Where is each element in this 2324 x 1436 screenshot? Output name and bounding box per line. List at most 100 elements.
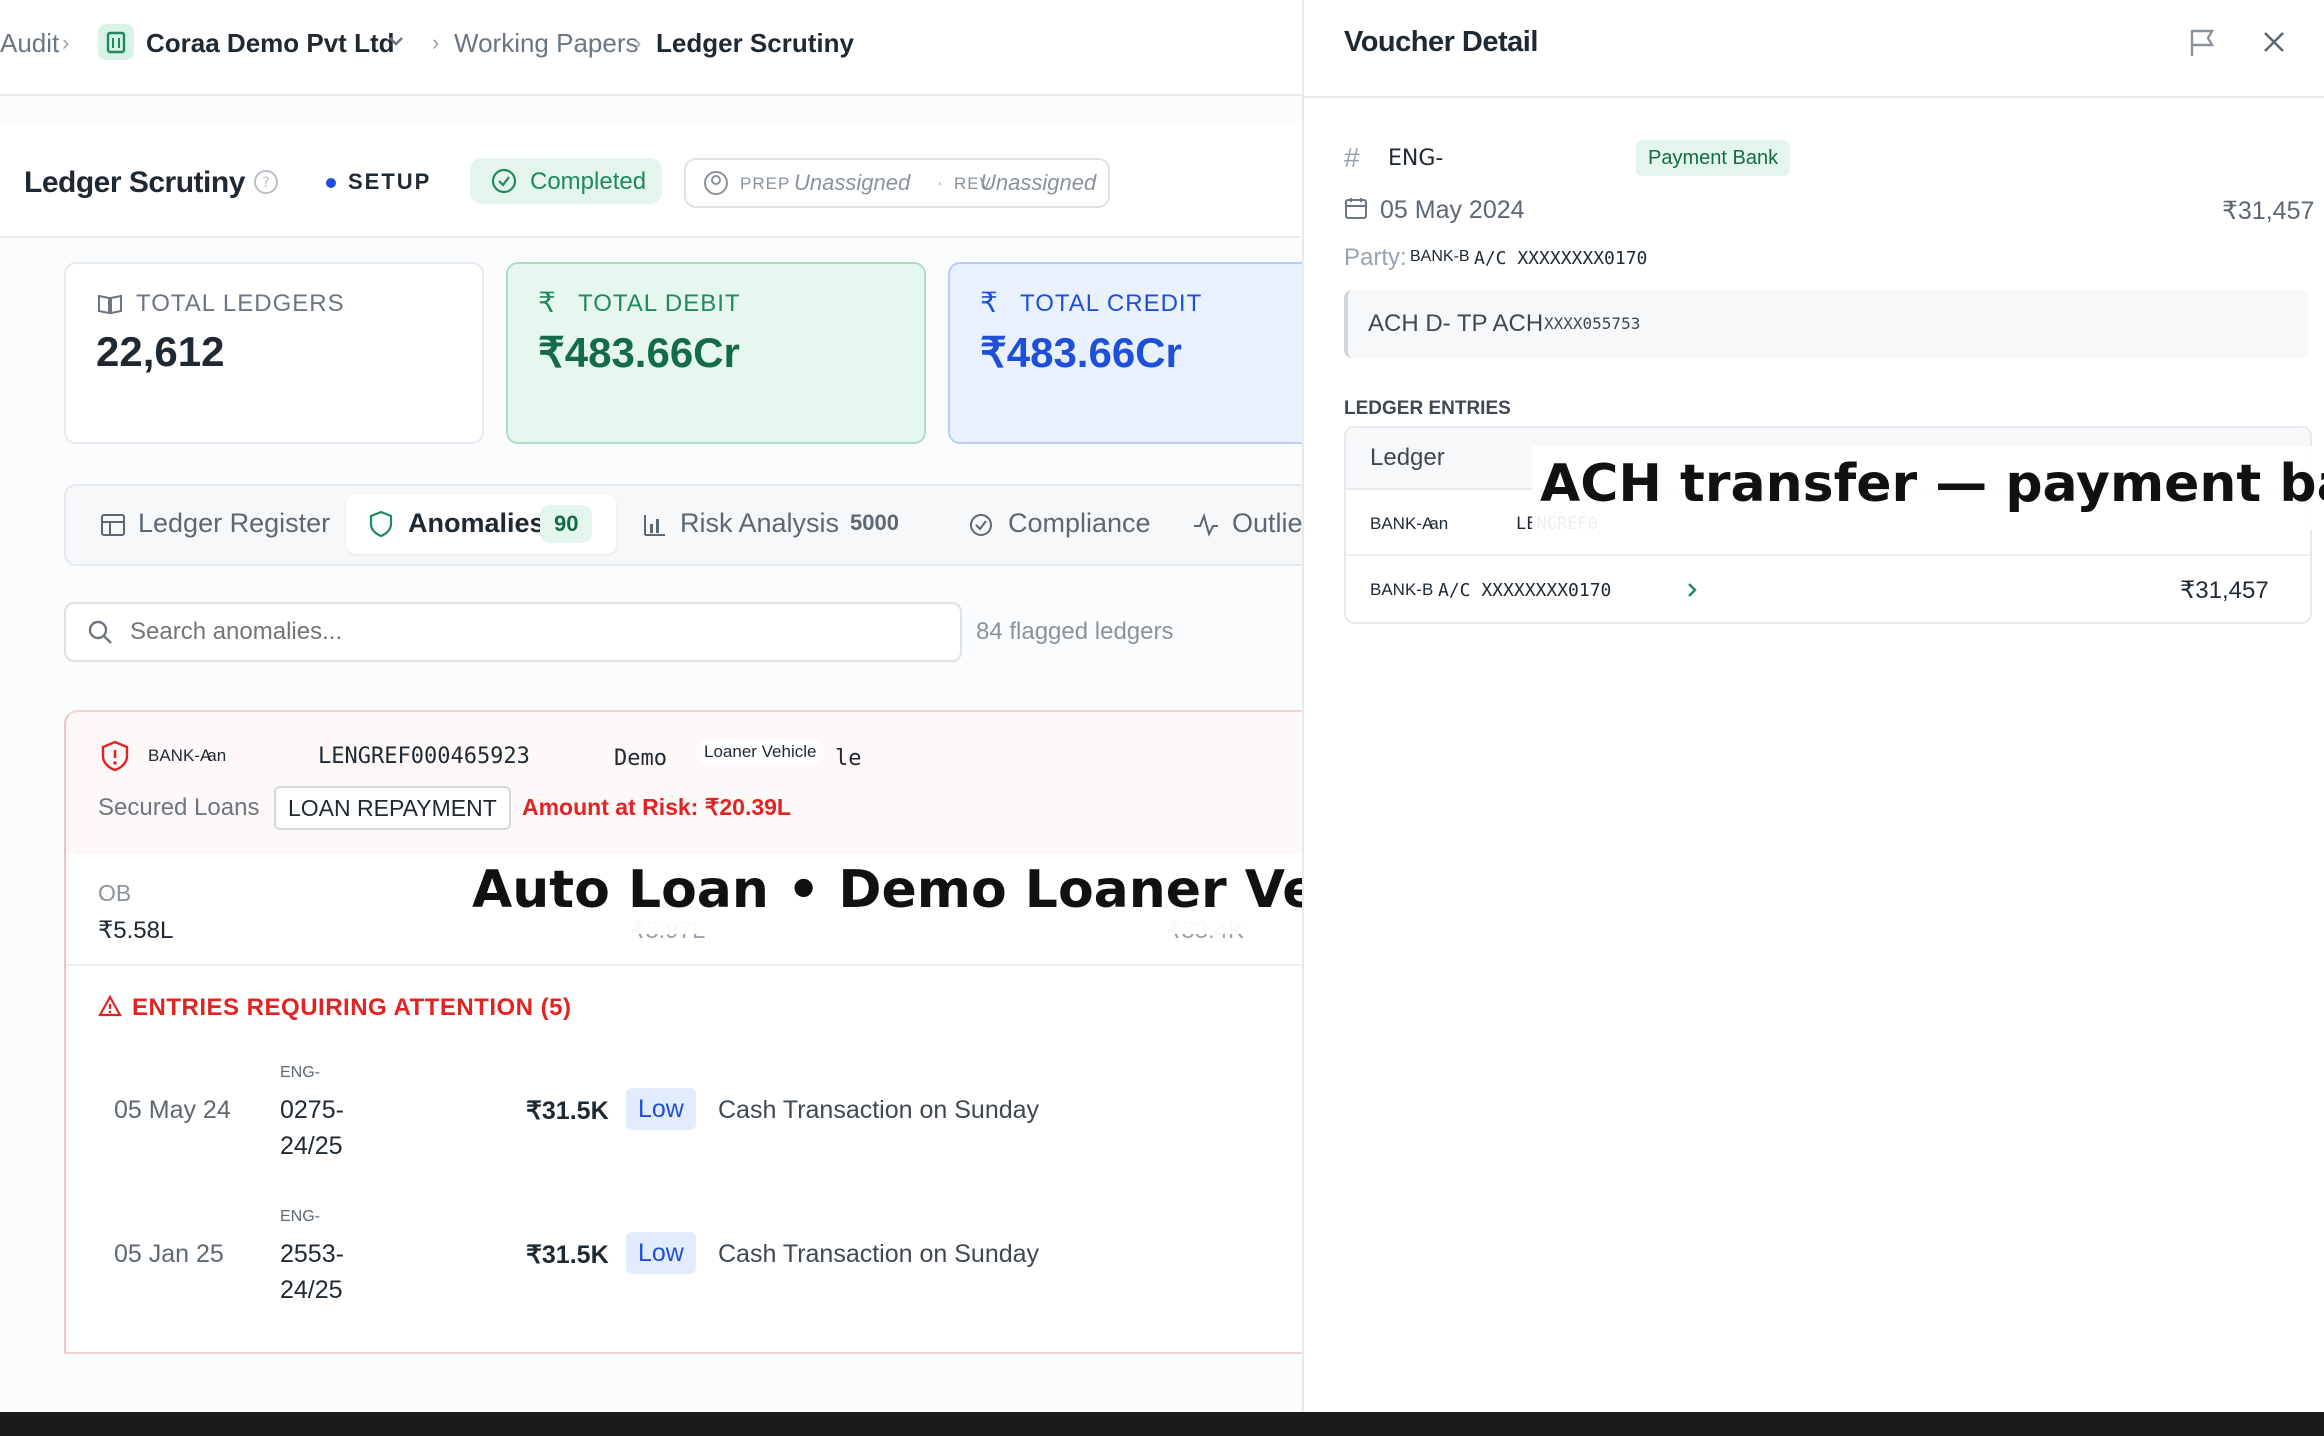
bank-name: BANK-Aan xyxy=(148,746,227,765)
anomaly-card-header xyxy=(66,712,1302,854)
party-account: A/C XXXXXXXX0170 xyxy=(1474,248,1648,269)
flagged-count: 84 flagged ledgers xyxy=(976,618,1174,645)
tab-label: Anomalies xyxy=(408,508,545,538)
party-bank: BANK-B xyxy=(1410,248,1470,265)
search-icon xyxy=(86,618,114,651)
help-icon[interactable]: ? xyxy=(252,168,280,201)
table-icon xyxy=(100,512,126,543)
ledger-group: Secured Loans xyxy=(98,794,260,821)
building-icon xyxy=(98,24,134,60)
stat-value: ₹483.66Cr xyxy=(538,329,740,376)
entry-date: 05 Jan 25 xyxy=(114,1240,224,1268)
org-switcher[interactable]: Coraa Demo Pvt Ltd xyxy=(146,28,395,59)
chevron-right-icon[interactable] xyxy=(1682,578,1702,607)
caption-overlay-right: ACH transfer — payment bar xyxy=(1532,446,2324,530)
voucher-number[interactable]: 2553- xyxy=(280,1240,344,1269)
dot-separator: · xyxy=(936,170,944,195)
party-label: Party: xyxy=(1344,244,1407,271)
breadcrumb-audit[interactable]: Audit xyxy=(0,28,59,59)
prep-value: Unassigned xyxy=(794,170,911,195)
stat-label: TOTAL LEDGERS xyxy=(136,290,345,317)
breadcrumb-working-papers[interactable]: Working Papers xyxy=(454,28,639,59)
stat-card-total-debit: ₹ TOTAL DEBIT ₹483.66Cr xyxy=(506,262,926,444)
category-tag: LOAN REPAYMENT xyxy=(274,786,511,830)
warning-icon xyxy=(98,994,122,1023)
caption-overlay-left: Auto Loan • Demo Loaner Vehicle xyxy=(460,854,1302,934)
voucher-year: 24/25 xyxy=(280,1276,343,1304)
breadcrumb-separator-icon: › xyxy=(62,30,70,55)
close-icon[interactable] xyxy=(2258,26,2290,63)
voucher-amount: ₹31,457 xyxy=(2222,197,2315,225)
stat-card-total-credit: ₹ TOTAL CREDIT ₹483.66Cr xyxy=(948,262,1302,444)
calendar-icon xyxy=(1344,196,1368,225)
status-badge: Completed xyxy=(470,158,662,204)
hash-icon: # xyxy=(1344,142,1360,173)
check-circle-icon xyxy=(490,167,518,201)
voucher-date: 05 May 2024 xyxy=(1380,196,1525,224)
voucher-prefix: ENG- xyxy=(280,1064,320,1081)
rev-value: Unassigned xyxy=(980,170,1097,195)
severity-badge: Low xyxy=(626,1088,696,1130)
entry-amount: ₹31,457 xyxy=(2180,577,2269,604)
narration-box: ACH D- TP ACH XXXX055753 xyxy=(1344,290,2308,358)
entry-amount: ₹31.5K xyxy=(526,1097,609,1125)
activity-icon xyxy=(1192,512,1220,543)
voucher-year: 24/25 xyxy=(280,1132,343,1160)
voucher-number: ENG- xyxy=(1388,146,1444,171)
tab-anomalies[interactable]: Anomalies 90 xyxy=(346,494,616,554)
entry-account: A/C XXXXXXXX0170 xyxy=(1438,580,1612,601)
tab-bar: Ledger Register Anomalies 90 Risk Analys… xyxy=(64,484,1302,566)
breadcrumb-separator-icon: › xyxy=(432,30,440,55)
entry-bank: BANK-Aan xyxy=(1370,514,1449,533)
ledger-ref: LENGREF000465923 xyxy=(318,744,530,769)
breadcrumb-separator-icon: › xyxy=(634,30,642,55)
check-circle-icon xyxy=(968,512,994,543)
assignee-pill[interactable]: PREP Unassigned · REV Unassigned xyxy=(684,158,1110,208)
chevron-down-icon[interactable] xyxy=(384,26,408,61)
stat-label: TOTAL CREDIT xyxy=(1020,290,1203,317)
stage-dot-icon xyxy=(326,178,336,188)
tab-count-badge: 5000 xyxy=(850,510,899,535)
ledger-entries-title: LEDGER ENTRIES xyxy=(1344,398,1511,419)
stat-value: 22,612 xyxy=(96,328,225,375)
search-box[interactable] xyxy=(64,602,962,662)
drawer-header: Voucher Detail xyxy=(1304,0,2324,98)
severity-badge: Low xyxy=(626,1232,696,1274)
entry-reason: Cash Transaction on Sunday xyxy=(718,1240,1040,1268)
anomaly-card[interactable]: BANK-Aan LENGREF000465923 Demo le Loaner … xyxy=(64,710,1302,1354)
stat-card-total-ledgers: TOTAL LEDGERS 22,612 xyxy=(64,262,484,444)
entry-reason: Cash Transaction on Sunday xyxy=(718,1096,1040,1124)
tab-ledger-register[interactable]: Ledger Register xyxy=(138,508,330,539)
flag-icon[interactable] xyxy=(2186,26,2218,65)
ob-value: ₹5.58L xyxy=(98,917,174,944)
main-app: Audit › Coraa Demo Pvt Ltd › Working Pap… xyxy=(0,0,1302,1412)
search-input[interactable] xyxy=(128,612,932,652)
ledger-name-tooltip: Loaner Vehicle xyxy=(700,740,821,764)
voucher-number[interactable]: 0275- xyxy=(280,1096,344,1125)
page-header: Ledger Scrutiny ? SETUP Completed PREP U… xyxy=(0,126,1302,238)
entry-bank: BANK-B xyxy=(1370,580,1434,599)
divider xyxy=(66,964,1302,966)
column-header-ledger: Ledger xyxy=(1370,444,1445,471)
prep-label: PREP xyxy=(740,174,791,193)
narration-text: ACH D- TP ACH xyxy=(1368,310,1544,337)
divider xyxy=(1346,554,2310,556)
entry-amount: ₹31.5K xyxy=(526,1241,609,1269)
voucher-prefix: ENG- xyxy=(280,1208,320,1225)
narration-ref: XXXX055753 xyxy=(1544,314,1641,333)
user-icon xyxy=(702,169,730,203)
voucher-type-badge: Payment Bank xyxy=(1636,140,1791,176)
stat-label: TOTAL DEBIT xyxy=(578,290,741,317)
tab-count-badge: 90 xyxy=(540,505,593,543)
tab-outlier[interactable]: Outlier xyxy=(1232,508,1302,539)
top-bar: Audit › Coraa Demo Pvt Ltd › Working Pap… xyxy=(0,0,1302,96)
drawer-title: Voucher Detail xyxy=(1344,26,1538,58)
tab-risk-analysis[interactable]: Risk Analysis xyxy=(680,508,839,539)
page-title: Ledger Scrutiny xyxy=(24,166,245,199)
rupee-icon: ₹ xyxy=(980,287,998,318)
attention-title: ENTRIES REQUIRING ATTENTION (5) xyxy=(132,994,572,1021)
taskbar xyxy=(0,1412,2324,1436)
svg-text:?: ? xyxy=(262,175,269,191)
amount-at-risk: Amount at Risk: ₹20.39L xyxy=(522,794,791,820)
tab-compliance[interactable]: Compliance xyxy=(1008,508,1151,539)
